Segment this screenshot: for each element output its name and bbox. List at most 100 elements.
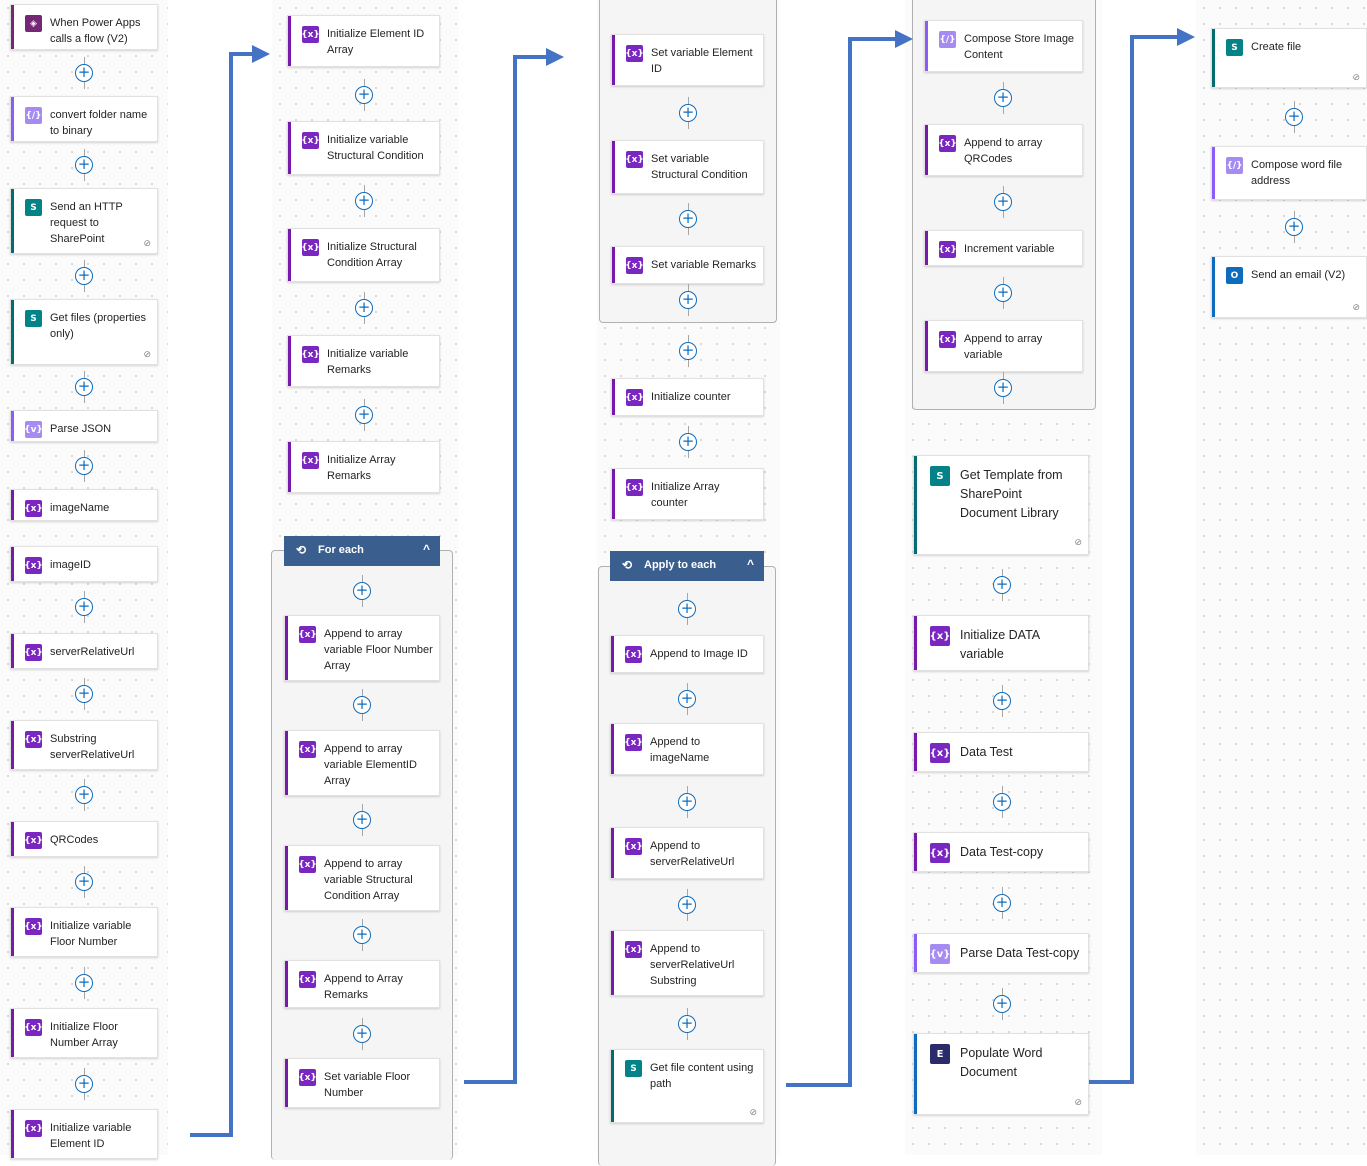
action-card[interactable]: S Get file content using path ⊘ [610,1049,764,1123]
action-card[interactable]: {x} imageName [10,489,158,521]
add-step-icon[interactable]: + [993,793,1011,811]
add-step-icon[interactable]: + [993,894,1011,912]
action-card[interactable]: {x} Initialize Array counter [611,468,764,520]
add-step-icon[interactable]: + [994,89,1012,107]
add-step-icon[interactable]: + [75,457,93,475]
action-card[interactable]: {x} Initialize Floor Number Array [10,1008,158,1058]
action-card[interactable]: {x} Append to Image ID [610,635,764,673]
action-card[interactable]: {x} Data Test-copy [913,832,1089,872]
action-card[interactable]: E Populate Word Document ⊘ [913,1033,1089,1115]
add-step-icon[interactable]: + [75,64,93,82]
for-each-title: For each [318,544,364,556]
add-step-icon[interactable]: + [75,598,93,616]
action-card[interactable]: {/} Compose Store Image Content [924,20,1083,72]
add-step-icon[interactable]: + [678,690,696,708]
action-card[interactable]: {x} Initialize variable Structural Condit… [287,121,440,175]
add-step-icon[interactable]: + [993,692,1011,710]
action-card[interactable]: {x} Set variable Element ID [611,34,764,86]
action-card[interactable]: {x} Append to serverRelativeUrl Substring [610,930,764,996]
apply-to-each-header[interactable]: ⟲ Apply to each ^ [610,551,764,581]
action-card[interactable]: {x} Initialize variable Element ID [10,1109,158,1159]
card-accent [288,229,291,281]
action-card[interactable]: {x} Increment variable [924,230,1083,266]
action-card[interactable]: {x} Append to serverRelativeUrl [610,827,764,879]
add-step-icon[interactable]: + [678,600,696,618]
card-accent [285,846,288,910]
action-card[interactable]: {x} Substring serverRelativeUrl [10,720,158,770]
action-card[interactable]: {x} Append to array variable ElementID Ar… [284,730,440,796]
add-step-icon[interactable]: + [353,1025,371,1043]
action-card[interactable]: S Send an HTTP request to SharePoint ⊘ [10,188,158,254]
action-label: Compose word file address [1251,159,1343,187]
action-card[interactable]: {x} Initialize variable Remarks [287,335,440,387]
add-step-icon[interactable]: + [355,406,373,424]
collapse-chevron-icon[interactable]: ^ [423,542,430,556]
add-step-icon[interactable]: + [75,685,93,703]
action-card[interactable]: {x} imageID [10,546,158,582]
add-step-icon[interactable]: + [678,1015,696,1033]
add-step-icon[interactable]: + [75,267,93,285]
add-step-icon[interactable]: + [355,86,373,104]
action-card[interactable]: {x} Data Test [913,732,1089,772]
action-card[interactable]: {x} QRCodes [10,821,158,857]
add-step-icon[interactable]: + [1285,108,1303,126]
add-step-icon[interactable]: + [75,378,93,396]
add-step-icon[interactable]: + [75,974,93,992]
add-step-icon[interactable]: + [994,379,1012,397]
action-card[interactable]: {x} Append to imageName [610,723,764,775]
add-step-icon[interactable]: + [355,192,373,210]
action-card[interactable]: {x} Initialize Array Remarks [287,441,440,493]
add-step-icon[interactable]: + [993,995,1011,1013]
add-step-icon[interactable]: + [75,156,93,174]
add-step-icon[interactable]: + [353,582,371,600]
add-step-icon[interactable]: + [1285,218,1303,236]
add-step-icon[interactable]: + [678,793,696,811]
add-step-icon[interactable]: + [679,342,697,360]
action-card[interactable]: O Send an email (V2) ⊘ [1211,256,1367,318]
add-step-icon[interactable]: + [679,433,697,451]
add-step-icon[interactable]: + [678,896,696,914]
action-card[interactable]: {x} Append to array variable [924,320,1083,372]
action-card[interactable]: {/} Compose word file address [1211,146,1367,200]
add-step-icon[interactable]: + [353,811,371,829]
action-card[interactable]: S Get files (properties only) ⊘ [10,299,158,365]
action-card[interactable]: {x} Append to array variable Structural C… [284,845,440,911]
add-step-icon[interactable]: + [75,786,93,804]
for-each-header[interactable]: ⟲ For each ^ [284,536,440,566]
add-step-icon[interactable]: + [993,576,1011,594]
add-step-icon[interactable]: + [75,1075,93,1093]
action-card[interactable]: {x} Initialize counter [611,378,764,416]
action-card[interactable]: {v} Parse Data Test-copy [913,933,1089,973]
arrowhead-3 [895,30,913,48]
loop-icon: ⟲ [296,543,307,557]
action-card[interactable]: {x} Initialize Element ID Array [287,15,440,67]
add-step-icon[interactable]: + [355,299,373,317]
collapse-chevron-icon[interactable]: ^ [747,557,754,571]
add-step-icon[interactable]: + [679,210,697,228]
action-card[interactable]: ◈ When Power Apps calls a flow (V2) [10,4,158,50]
action-card[interactable]: {x} Initialize DATA variable [913,615,1089,671]
add-step-icon[interactable]: + [75,873,93,891]
add-step-icon[interactable]: + [679,104,697,122]
add-step-icon[interactable]: + [994,284,1012,302]
add-step-icon[interactable]: + [994,193,1012,211]
action-card[interactable]: S Get Template from SharePoint Document L… [913,455,1089,555]
action-card[interactable]: {x} Initialize Structural Condition Array [287,228,440,282]
action-card[interactable]: {x} Initialize variable Floor Number [10,907,158,957]
add-step-icon[interactable]: + [353,696,371,714]
add-step-icon[interactable]: + [679,291,697,309]
action-card[interactable]: {x} Append to array QRCodes [924,124,1083,176]
add-step-icon[interactable]: + [353,926,371,944]
action-card[interactable]: S Create file ⊘ [1211,28,1367,88]
action-label: Initialize variable Floor Number [50,920,132,948]
action-card[interactable]: {x} Set variable Structural Condition [611,140,764,194]
action-card[interactable]: {/} convert folder name to binary [10,96,158,142]
action-card[interactable]: {x} Set variable Remarks [611,246,764,284]
action-label: Create file [1251,41,1302,53]
action-card[interactable]: {x} Append to Array Remarks [284,960,440,1008]
action-card[interactable]: {v} Parse JSON [10,410,158,442]
action-card[interactable]: {x} serverRelativeUrl [10,633,158,669]
action-card[interactable]: {x} Set variable Floor Number [284,1058,440,1108]
action-label: Increment variable [964,243,1055,255]
action-card[interactable]: {x} Append to array variable Floor Number… [284,615,440,681]
